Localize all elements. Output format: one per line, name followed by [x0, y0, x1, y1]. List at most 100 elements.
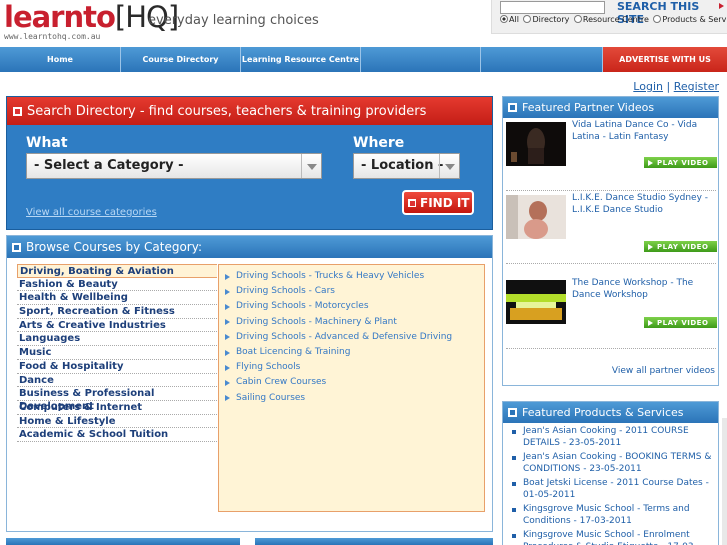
nav-empty-2[interactable] [481, 47, 603, 72]
triangle-right-icon [225, 303, 230, 310]
category-item[interactable]: Arts & Creative Industries [17, 319, 217, 333]
tagline: everyday learning choices [148, 13, 319, 28]
subcategory-link[interactable]: Driving Schools - Motorcycles [219, 299, 484, 314]
location-select-value: - Location - [361, 158, 444, 173]
category-item[interactable]: Home & Lifestyle [17, 415, 217, 429]
view-all-videos-link[interactable]: View all partner videos [612, 366, 715, 376]
category-item[interactable]: Business & Professional Development [17, 387, 217, 412]
products-header: Featured Products & Services [503, 402, 718, 423]
triangle-right-icon [225, 334, 230, 341]
subcategory-label: Sailing Courses [236, 392, 306, 403]
products-title: Featured Products & Services [522, 406, 684, 419]
category-select[interactable]: - Select a Category - [26, 153, 322, 179]
scope-label: All [509, 15, 519, 24]
browse-title: Browse Courses by Category: [26, 240, 202, 254]
category-item[interactable]: Computers & Internet [17, 401, 217, 415]
subcategory-label: Cabin Crew Courses [236, 377, 327, 388]
subcategory-label: Driving Schools - Trucks & Heavy Vehicle… [236, 271, 425, 282]
arrow-icon [508, 103, 517, 112]
radio-icon [523, 15, 532, 23]
site-logo[interactable]: learnto[HQ] www.learntohq.com.au [4, 0, 179, 42]
arrow-icon [408, 198, 416, 207]
nav-course-directory[interactable]: Course Directory [121, 47, 241, 72]
product-link[interactable]: Jean's Asian Cooking - 2011 COURSE DETAI… [512, 426, 712, 449]
video-thumbnail[interactable] [506, 195, 566, 239]
play-video-button[interactable]: PLAY VIDEO [644, 317, 717, 328]
triangle-right-icon [225, 364, 230, 371]
category-list: Driving, Boating & Aviation Fashion & Be… [17, 264, 217, 442]
category-item[interactable]: Sport, Recreation & Fitness [17, 305, 217, 319]
subcategory-link[interactable]: Driving Schools - Advanced & Defensive D… [219, 330, 484, 345]
triangle-right-icon [225, 288, 230, 295]
search-directory-title: Search Directory - find courses, teacher… [27, 103, 427, 119]
view-all-categories-link[interactable]: View all course categories [26, 207, 157, 218]
videos-header: Featured Partner Videos [503, 97, 718, 118]
category-item[interactable]: Languages [17, 332, 217, 347]
category-item[interactable]: Health & Wellbeing [17, 291, 217, 306]
scope-label: Directory [532, 15, 570, 24]
logo-text: learnto [4, 0, 116, 34]
site-search: SEARCH THIS SITE All Directory Resource … [491, 0, 727, 34]
product-link[interactable]: Boat Jetski License - 2011 Course Dates … [512, 478, 712, 501]
register-link[interactable]: Register [674, 80, 719, 93]
video-item: The Dance Workshop - The Dance Workshop … [506, 277, 717, 349]
videos-title: Featured Partner Videos [522, 101, 655, 114]
subcategory-link[interactable]: Sailing Courses [219, 391, 484, 406]
subcategory-link[interactable]: Driving Schools - Machinery & Plant [219, 315, 484, 330]
arrow-icon [13, 106, 22, 116]
arrow-icon [508, 408, 517, 417]
category-item[interactable]: Dance [17, 374, 217, 388]
subcategory-link[interactable]: Driving Schools - Cars [219, 284, 484, 299]
scope-all[interactable]: All [500, 15, 519, 24]
triangle-right-icon [225, 273, 230, 280]
video-thumbnail[interactable] [506, 122, 566, 166]
video-title-link[interactable]: The Dance Workshop - The Dance Workshop [572, 278, 717, 301]
subcategory-link[interactable]: Flying Schools [219, 360, 484, 375]
product-link[interactable]: Kingsgrove Music School - Terms and Cond… [512, 504, 712, 527]
video-title-link[interactable]: Vida Latina Dance Co - Vida Latina - Lat… [572, 120, 717, 143]
category-item[interactable]: Music [17, 346, 217, 360]
subcategory-link[interactable]: Cabin Crew Courses [219, 375, 484, 390]
play-video-button[interactable]: PLAY VIDEO [644, 157, 717, 168]
nav-learning-resource-centre[interactable]: Learning Resource Centre [241, 47, 361, 72]
radio-icon [653, 15, 662, 23]
find-it-button[interactable]: FIND IT [402, 190, 474, 215]
video-title-link[interactable]: L.I.K.E. Dance Studio Sydney - L.I.K.E D… [572, 193, 717, 216]
category-item[interactable]: Driving, Boating & Aviation [17, 264, 217, 278]
scope-label: Resource Centre [582, 15, 649, 24]
subcategory-label: Driving Schools - Machinery & Plant [236, 316, 397, 327]
chevron-down-icon [301, 154, 321, 178]
nav-advertise[interactable]: ADVERTISE WITH US [603, 47, 727, 72]
radio-icon [500, 15, 508, 23]
location-select[interactable]: - Location - [353, 153, 460, 179]
product-link[interactable]: Kingsgrove Music School - Enrolment Proc… [512, 530, 712, 545]
subcategory-label: Driving Schools - Advanced & Defensive D… [236, 331, 453, 342]
scope-resource-centre[interactable]: Resource Centre [573, 15, 649, 24]
subcategory-label: Driving Schools - Cars [236, 286, 335, 297]
search-input[interactable] [500, 1, 605, 14]
account-separator: | [666, 80, 671, 93]
scope-products[interactable]: Products & Services [653, 15, 727, 24]
play-video-button[interactable]: PLAY VIDEO [644, 241, 717, 252]
arrow-icon [12, 242, 21, 252]
category-item[interactable]: Fashion & Beauty [17, 278, 217, 292]
subcategory-link[interactable]: Driving Schools - Trucks & Heavy Vehicle… [219, 269, 484, 284]
play-icon [648, 319, 653, 326]
nav-home[interactable]: Home [0, 47, 121, 72]
search-arrow-icon[interactable] [719, 3, 724, 9]
product-link[interactable]: Jean's Asian Cooking - BOOKING TERMS & C… [512, 452, 712, 475]
category-item[interactable]: Food & Hospitality [17, 360, 217, 374]
panel-header-bar [255, 538, 493, 545]
nav-empty-1[interactable] [361, 47, 481, 72]
scope-directory[interactable]: Directory [523, 15, 569, 24]
subcategory-link[interactable]: Boat Licencing & Training [219, 345, 484, 360]
video-thumbnail[interactable] [506, 280, 566, 324]
category-item[interactable]: Academic & School Tuition [17, 428, 217, 442]
search-scope-options: All Directory Resource Centre Products &… [500, 15, 727, 24]
login-link[interactable]: Login [633, 80, 663, 93]
account-links: Login | Register [633, 80, 719, 93]
products-scrollbar[interactable] [722, 418, 727, 545]
browse-header: Browse Courses by Category: [7, 236, 492, 258]
play-icon [648, 243, 653, 250]
panel-header-bar [6, 538, 240, 545]
